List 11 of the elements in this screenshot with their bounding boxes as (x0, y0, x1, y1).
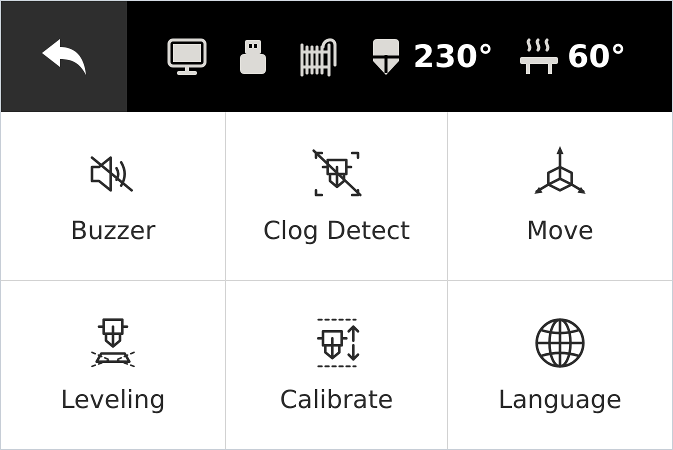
heated-bed-icon (519, 38, 560, 76)
usb-drive-icon (239, 38, 267, 76)
nozzle-icon (371, 36, 401, 76)
nozzle-temperature: 230° (413, 38, 494, 74)
monitor-icon (167, 38, 207, 76)
back-arrow-icon (40, 36, 88, 76)
menu-tile[interactable]: Buzzer (1, 112, 226, 280)
filament-spool-icon (299, 36, 339, 76)
back-button[interactable] (1, 1, 127, 112)
bed-temperature: 60° (567, 38, 626, 74)
menu-tile[interactable]: Clog Detect (226, 112, 448, 280)
